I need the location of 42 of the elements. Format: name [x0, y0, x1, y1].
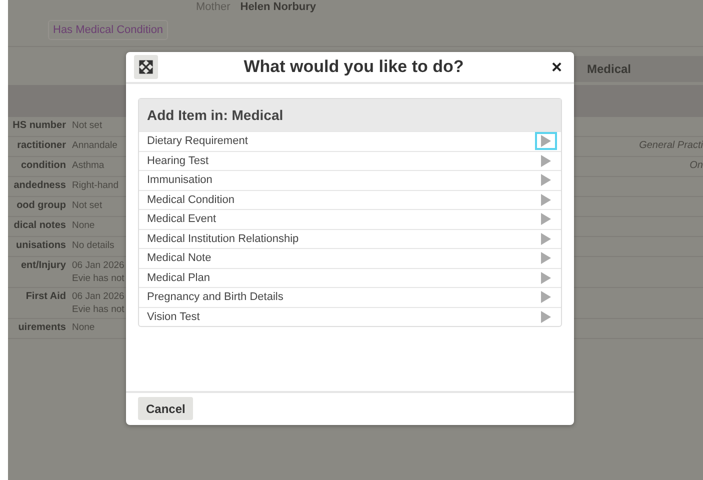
add-item-option[interactable]: Immunisation — [139, 170, 561, 190]
field-value: No details — [72, 240, 114, 251]
field-label: dical notes — [14, 220, 66, 231]
field-value: None — [72, 220, 95, 231]
cancel-button[interactable]: Cancel — [138, 397, 194, 420]
field-value: Evie has not — [72, 304, 124, 315]
medical-condition-badge: Has Medical Condition — [48, 20, 168, 40]
add-item-option[interactable]: Hearing Test — [139, 150, 561, 170]
field-label: First Aid — [26, 291, 66, 302]
field-label: unisations — [16, 240, 66, 251]
field-value: None — [72, 322, 95, 333]
field-label: ent/Injury — [20, 260, 66, 271]
field-label: andedness — [14, 180, 66, 191]
field-value: 06 Jan 2026 — [72, 260, 124, 271]
field-note: On — [690, 160, 703, 171]
add-item-option[interactable]: Medical Plan — [139, 268, 561, 287]
add-item-option[interactable]: Pregnancy and Birth Details — [139, 287, 561, 306]
add-item-option[interactable]: Vision Test — [139, 306, 561, 326]
field-value: Asthma — [72, 160, 104, 171]
dialog-title: What would you like to do? — [242, 57, 465, 77]
add-item-option[interactable]: Dietary Requirement — [139, 131, 561, 150]
field-label: ractitioner — [17, 140, 66, 151]
close-button[interactable]: × — [549, 58, 564, 76]
add-item-option[interactable]: Medical Institution Relationship — [139, 228, 561, 248]
field-value: Annandale — [72, 140, 118, 151]
field-value: Not set — [72, 120, 102, 131]
expand-button[interactable] — [134, 55, 158, 79]
field-label: uirements — [18, 322, 66, 333]
add-item-option[interactable]: Medical Note — [139, 248, 561, 268]
panel-title: Add Item in: Medical — [139, 99, 561, 131]
field-value: Right-hand — [72, 180, 118, 191]
field-value: 06 Jan 2026 — [72, 291, 124, 302]
field-label: condition — [21, 160, 66, 171]
field-note: General Practi — [639, 140, 703, 151]
field-value: Evie has not — [72, 273, 124, 284]
expand-icon — [139, 60, 153, 74]
field-label: HS number — [12, 120, 66, 131]
parent-name: Helen Norbury — [240, 1, 316, 13]
add-item-option[interactable]: Medical Event — [139, 209, 561, 228]
field-label: ood group — [16, 200, 66, 211]
add-item-option[interactable]: Medical Condition — [139, 190, 561, 209]
field-value: Not set — [72, 200, 102, 211]
